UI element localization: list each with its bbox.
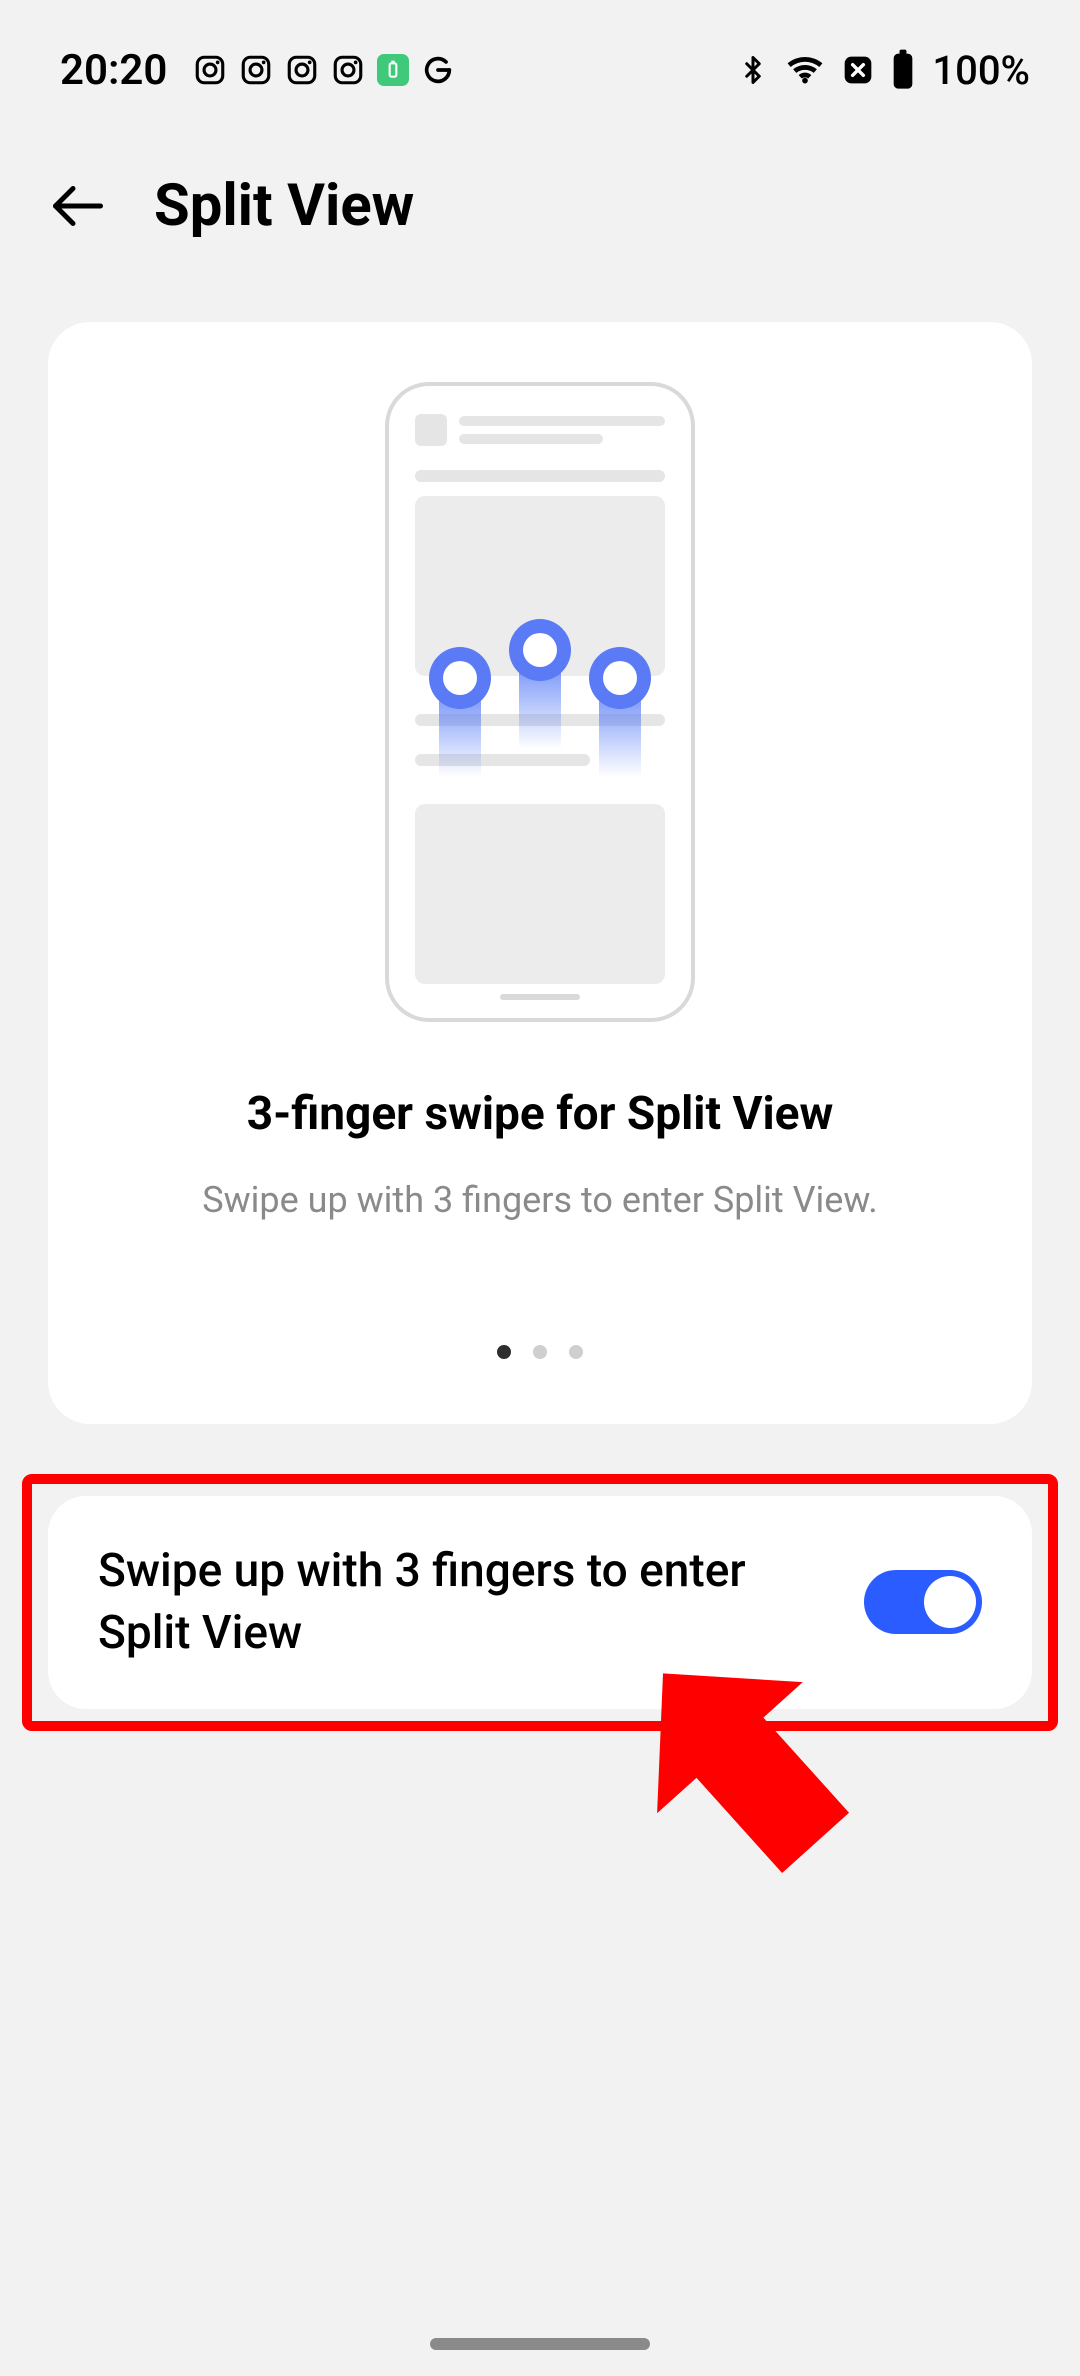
page-dot-2[interactable] (533, 1345, 547, 1359)
setting-label: Swipe up with 3 fingers to enter Split V… (98, 1540, 834, 1664)
close-badge-icon (842, 54, 874, 86)
battery-charging-icon (377, 54, 409, 86)
instagram-icon (193, 53, 227, 87)
battery-percentage: 100% (932, 47, 1030, 94)
setting-row-swipe-3-fingers[interactable]: Swipe up with 3 fingers to enter Split V… (48, 1496, 1032, 1708)
status-time: 20:20 (60, 46, 167, 95)
info-card-title: 3-finger swipe for Split View (247, 1087, 834, 1141)
instagram-icon (285, 53, 319, 87)
setting-toggle[interactable] (864, 1570, 982, 1634)
instagram-icon (331, 53, 365, 87)
status-left: 20:20 (60, 46, 455, 95)
status-bar: 20:20 100% (0, 0, 1080, 110)
navigation-gesture-bar[interactable] (430, 2338, 650, 2350)
back-button[interactable] (42, 170, 114, 242)
info-card-description: Swipe up with 3 fingers to enter Split V… (202, 1175, 878, 1225)
status-right: 100% (738, 47, 1030, 94)
annotation-highlight: Swipe up with 3 fingers to enter Split V… (22, 1474, 1058, 1730)
google-icon (421, 53, 455, 87)
bluetooth-icon (738, 50, 768, 90)
page-title: Split View (154, 172, 414, 240)
battery-icon (888, 49, 918, 91)
phone-illustration (385, 382, 695, 1022)
page-dot-3[interactable] (569, 1345, 583, 1359)
instagram-icon (239, 53, 273, 87)
page-indicator (497, 1345, 583, 1359)
page-dot-1[interactable] (497, 1345, 511, 1359)
wifi-icon (782, 51, 828, 89)
toggle-knob (924, 1576, 976, 1628)
info-card[interactable]: 3-finger swipe for Split View Swipe up w… (48, 322, 1032, 1424)
arrow-left-icon (48, 176, 108, 236)
header: Split View (0, 110, 1080, 282)
